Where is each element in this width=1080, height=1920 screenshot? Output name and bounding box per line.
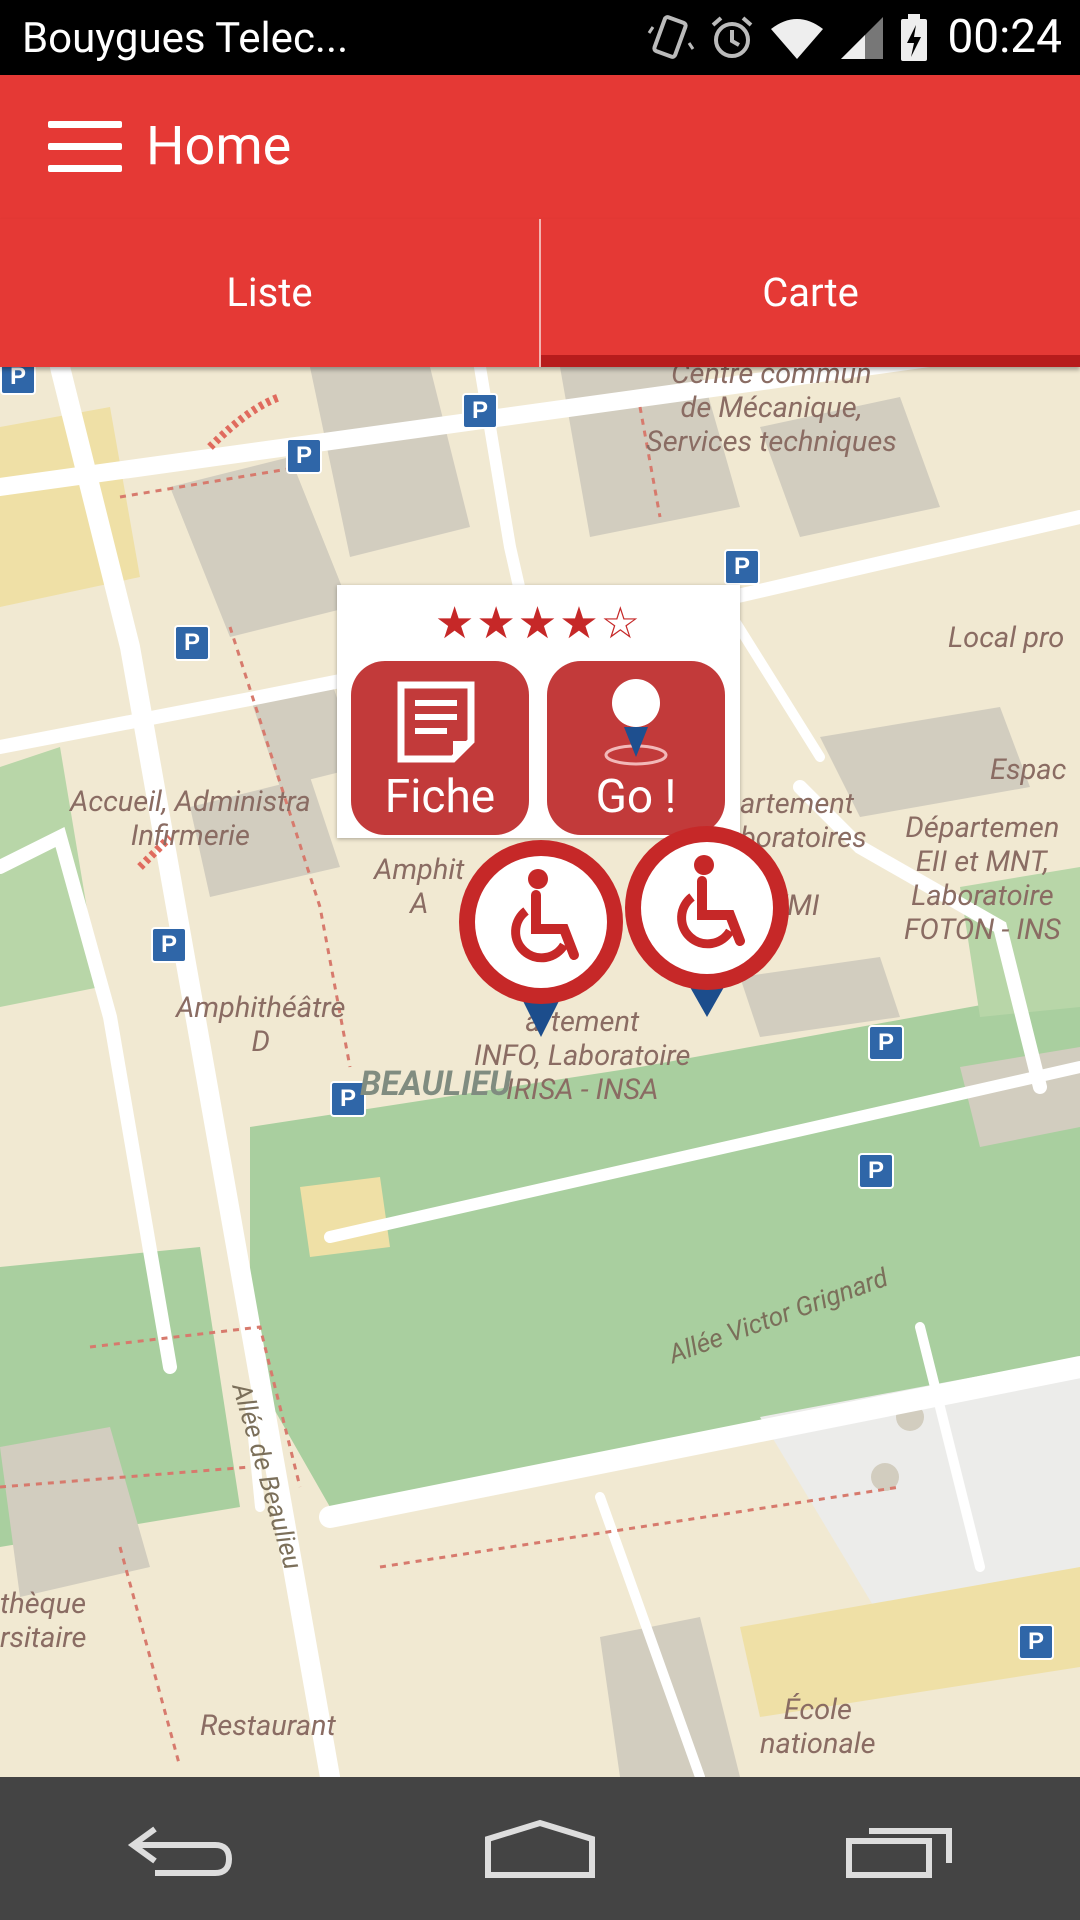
parking-icon: P (724, 549, 760, 585)
map-label-local: Local pro (948, 621, 1065, 655)
menu-icon[interactable] (48, 121, 122, 173)
document-icon (397, 681, 475, 763)
wifi-icon (771, 18, 824, 59)
page-title: Home (146, 115, 292, 178)
vibrate-icon (648, 14, 695, 59)
parking-icon: P (462, 393, 498, 429)
recents-icon (846, 1827, 952, 1878)
accessibility-marker[interactable] (622, 823, 792, 1043)
home-button[interactable] (460, 1794, 620, 1904)
parking-icon: P (0, 367, 36, 395)
map-label-restaurant: Restaurant (200, 1709, 336, 1743)
carrier-name: Bouygues Telec... (22, 14, 349, 63)
back-button[interactable] (100, 1794, 260, 1904)
location-pin-icon (604, 679, 668, 766)
map-label-ecole: École nationale (760, 1693, 876, 1761)
parking-icon: P (1018, 1624, 1054, 1660)
map-label-amphi-d: Amphithéâtre D (176, 991, 346, 1059)
map-label-eii: Départemen EII et MNT, Laboratoire FOTON… (904, 811, 1061, 947)
recents-button[interactable] (820, 1794, 980, 1904)
parking-icon: P (858, 1153, 894, 1189)
wheelchair-icon (459, 840, 623, 1037)
fiche-label: Fiche (384, 770, 496, 824)
map-label-bibliotheque: thèque rsitaire (0, 1587, 87, 1655)
map-view[interactable]: P P P P P P P P P P Centre commun de Méc… (0, 367, 1080, 1777)
map-label-accueil: Accueil, Administra Infirmerie (70, 785, 311, 853)
parking-icon: P (286, 438, 322, 474)
parking-icon: P (868, 1025, 904, 1061)
system-nav-bar (0, 1777, 1080, 1920)
map-label-espace: Espac (990, 753, 1067, 787)
fiche-button[interactable]: Fiche (351, 661, 529, 835)
clock: 00:24 (947, 10, 1062, 64)
map-label-amphitheatre: Amphit A (374, 853, 465, 921)
rating-stars: ★★★★☆ (434, 597, 643, 649)
map-label-beaulieu: BEAULIEU (360, 1064, 512, 1104)
place-info-popup: ★★★★☆ Fiche Go ! (337, 585, 740, 838)
go-label: Go ! (595, 770, 677, 824)
parking-icon: P (174, 625, 210, 661)
home-icon (485, 1819, 595, 1878)
parking-icon: P (151, 927, 187, 963)
accessibility-marker[interactable] (456, 837, 626, 1057)
go-button[interactable]: Go ! (547, 661, 725, 835)
map-label-mecanique: Centre commun de Mécanique, Services tec… (646, 367, 897, 459)
signal-icon (841, 16, 884, 59)
alarm-icon (712, 15, 753, 58)
tab-liste[interactable]: Liste (0, 219, 539, 367)
wheelchair-icon (625, 826, 789, 1017)
battery-icon (901, 13, 928, 61)
back-icon (127, 1826, 233, 1876)
status-bar: Bouygues Telec... 00:24 (0, 0, 1080, 75)
app-bar: Home (0, 75, 1080, 219)
tab-bar: Liste Carte (0, 219, 1080, 367)
tab-carte[interactable]: Carte (539, 219, 1080, 367)
